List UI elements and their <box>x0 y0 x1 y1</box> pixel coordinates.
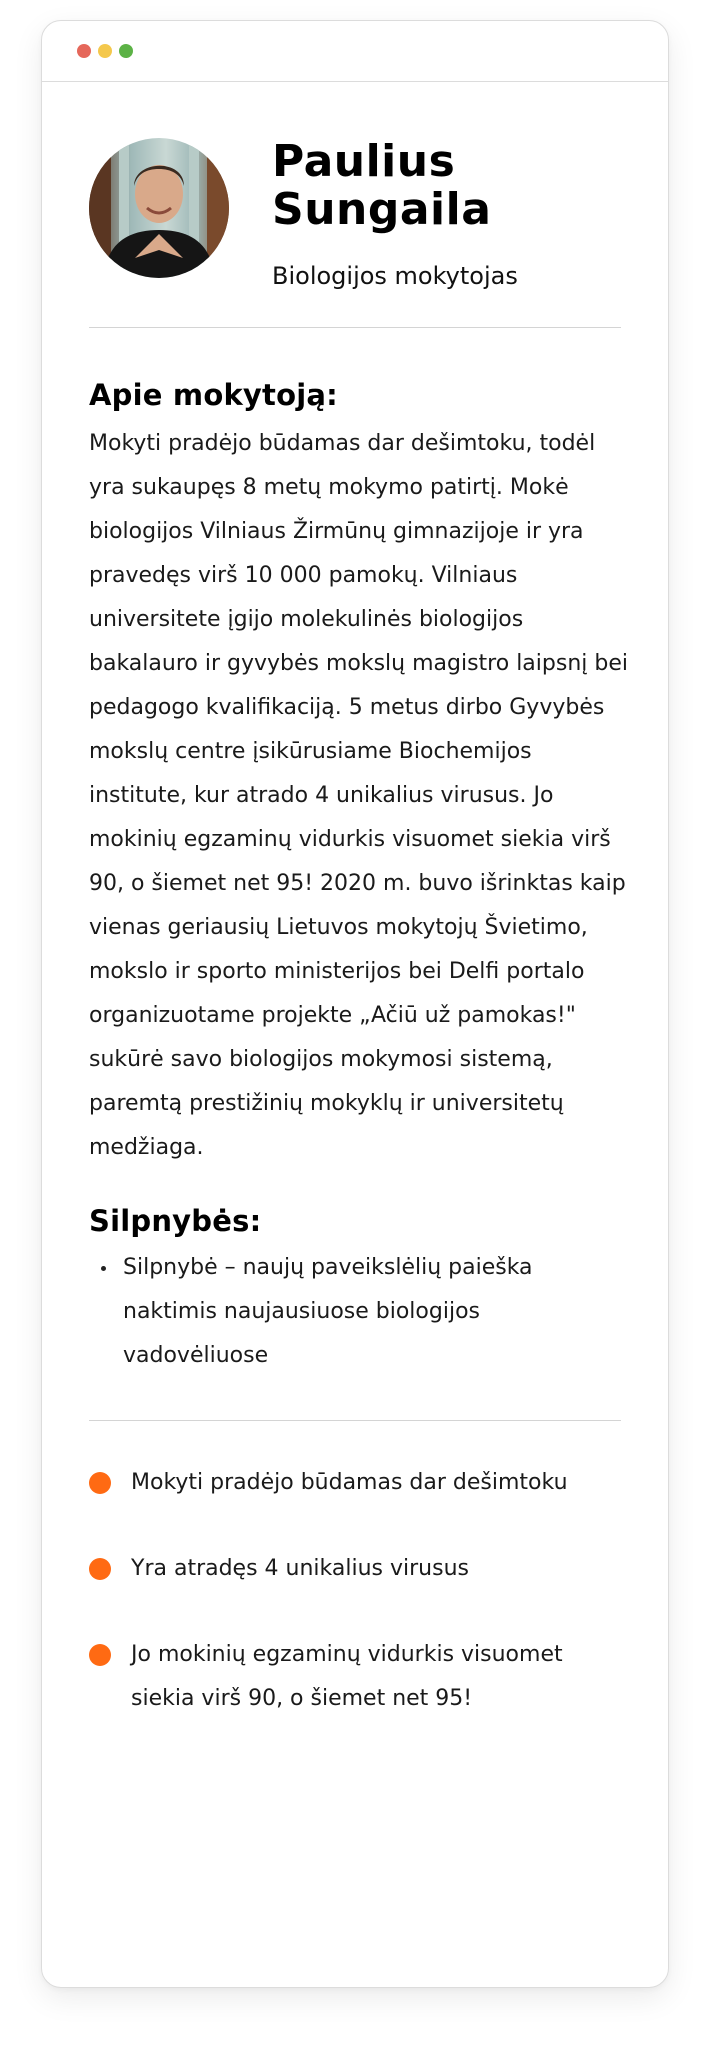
highlight-item: Yra atradęs 4 unikalius virusus <box>89 1547 611 1591</box>
teacher-name: Paulius Sungaila <box>272 136 492 235</box>
teacher-portrait-icon <box>89 138 229 278</box>
orange-dot-icon <box>89 1472 111 1494</box>
teacher-role: Biologijos mokytojas <box>272 262 518 290</box>
highlight-text: Yra atradęs 4 unikalius virusus <box>131 1556 469 1581</box>
profile-header: Paulius Sungaila Biologijos mokytojas <box>89 82 621 327</box>
minimize-dot-icon[interactable] <box>98 44 112 58</box>
highlight-item: Jo mokinių egzaminų vidurkis visuomet si… <box>89 1633 611 1721</box>
weaknesses-list: Silpnybė – naujų paveikslėlių paieška na… <box>89 1246 621 1378</box>
about-section: Apie mokytoją: Mokyti pradėjo būdamas da… <box>89 378 628 1170</box>
highlight-text: Mokyti pradėjo būdamas dar dešimtoku <box>131 1470 568 1495</box>
maximize-dot-icon[interactable] <box>119 44 133 58</box>
about-heading: Apie mokytoją: <box>89 378 338 412</box>
orange-dot-icon <box>89 1644 111 1666</box>
profile-window: Paulius Sungaila Biologijos mokytojas Ap… <box>41 20 669 1988</box>
highlights-list: Mokyti pradėjo būdamas dar dešimtoku Yra… <box>89 1461 621 1721</box>
orange-dot-icon <box>89 1558 111 1580</box>
avatar <box>89 138 229 278</box>
weaknesses-heading: Silpnybės: <box>89 1204 262 1238</box>
close-dot-icon[interactable] <box>77 44 91 58</box>
section-divider <box>89 1420 621 1421</box>
weakness-item: Silpnybė – naujų paveikslėlių paieška na… <box>89 1246 623 1378</box>
profile-content: Paulius Sungaila Biologijos mokytojas Ap… <box>42 82 668 1721</box>
highlight-item: Mokyti pradėjo būdamas dar dešimtoku <box>89 1461 611 1505</box>
highlight-text: Jo mokinių egzaminų vidurkis visuomet si… <box>131 1642 563 1711</box>
weaknesses-section: Silpnybės: Silpnybė – naujų paveikslėlių… <box>89 1204 621 1378</box>
about-text: Mokyti pradėjo būdamas dar dešimtoku, to… <box>89 431 628 1160</box>
window-titlebar <box>42 21 668 82</box>
section-divider <box>89 327 621 328</box>
